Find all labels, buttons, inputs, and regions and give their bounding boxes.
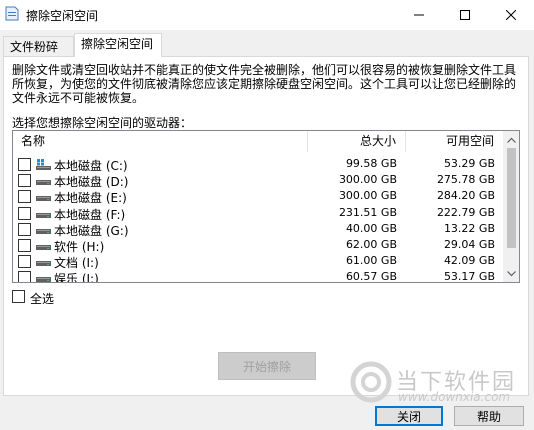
column-header-total[interactable]: 总大小: [360, 131, 396, 152]
start-wipe-button[interactable]: 开始擦除: [218, 352, 316, 380]
help-button[interactable]: 帮助: [454, 406, 524, 426]
checkbox[interactable]: [18, 206, 31, 220]
scroll-up-button[interactable]: [503, 131, 519, 148]
checkbox[interactable]: [18, 190, 31, 204]
chevron-up-icon: [507, 137, 516, 143]
drive-icon: [36, 196, 51, 202]
drive-icon: [36, 228, 51, 234]
drive-available-space: 222.79 GB: [436, 205, 495, 219]
close-window-button[interactable]: [488, 0, 534, 30]
drive-total-size: 40.00 GB: [345, 221, 397, 235]
checkbox[interactable]: [12, 290, 25, 303]
drive-available-space: 284.20 GB: [436, 189, 495, 203]
minimize-button[interactable]: [396, 0, 442, 30]
maximize-icon: [460, 10, 470, 20]
column-divider: [405, 131, 406, 152]
drive-name: 娱乐 (J:): [54, 272, 99, 283]
checkbox[interactable]: [18, 222, 31, 236]
drive-available-space: 29.04 GB: [443, 238, 495, 251]
close-icon: [506, 10, 516, 20]
drive-available-space: 275.78 GB: [436, 173, 495, 187]
drive-total-size: 300.00 GB: [338, 173, 397, 187]
drive-total-size: 231.51 GB: [338, 205, 397, 219]
list-header: 名称 总大小 可用空间: [13, 131, 503, 152]
column-divider: [307, 131, 308, 152]
close-button[interactable]: 关闭: [375, 406, 443, 426]
drive-icon: [36, 261, 51, 267]
drive-total-size: 300.00 GB: [338, 189, 397, 203]
drive-icon: [36, 277, 51, 282]
checkbox[interactable]: [18, 239, 31, 252]
description-text: 删除文件或清空回收站并不能真正的使文件完全被删除，他们可以很容易的被恢复删除文件…: [12, 63, 517, 105]
drive-row[interactable]: 软件 (H:) 62.00 GB 29.04 GB: [13, 237, 503, 254]
minimize-icon: [414, 14, 424, 16]
drive-icon: [36, 245, 51, 250]
tab-file-shredder[interactable]: 文件粉碎器: [3, 36, 74, 74]
drive-row[interactable]: 文档 (I:) 61.00 GB 42.09 GB: [13, 253, 503, 270]
drive-row[interactable]: 本地磁盘 (D:) 300.00 GB 275.78 GB: [13, 172, 503, 189]
column-header-name[interactable]: 名称: [21, 131, 45, 152]
drive-total-size: 60.57 GB: [345, 270, 397, 283]
windows-drive-icon: [36, 159, 51, 170]
drive-total-size: 62.00 GB: [345, 238, 397, 251]
window-title: 擦除空闲空间: [26, 9, 99, 23]
drive-available-space: 53.29 GB: [443, 157, 495, 170]
drive-total-size: 99.58 GB: [345, 157, 397, 170]
title-bar: 擦除空闲空间: [0, 0, 534, 30]
drive-list[interactable]: 名称 总大小 可用空间 本地磁盘 (C:) 99.58 GB 53.29 GB 本地磁…: [12, 130, 520, 283]
drive-row[interactable]: 本地磁盘 (F:) 231.51 GB 222.79 GB: [13, 205, 503, 222]
chevron-down-icon: [507, 270, 516, 276]
checkbox[interactable]: [18, 255, 31, 269]
vertical-scrollbar[interactable]: [503, 131, 519, 282]
checkbox[interactable]: [18, 158, 31, 171]
drive-available-space: 53.17 GB: [443, 270, 495, 283]
checkbox[interactable]: [18, 271, 31, 282]
select-all-label: 全选: [30, 292, 55, 306]
drive-available-space: 13.22 GB: [443, 221, 495, 235]
drive-icon: [36, 212, 51, 218]
drive-icon: [36, 180, 51, 186]
drive-row[interactable]: 娱乐 (J:) 60.57 GB 53.17 GB: [13, 269, 503, 283]
drive-row[interactable]: 本地磁盘 (G:) 40.00 GB 13.22 GB: [13, 221, 503, 238]
tab-wipe-free-space[interactable]: 擦除空闲空间: [74, 33, 162, 57]
drive-total-size: 61.00 GB: [345, 254, 397, 268]
checkbox[interactable]: [18, 174, 31, 188]
app-icon: [5, 6, 19, 21]
scrollbar-thumb[interactable]: [507, 148, 516, 248]
drive-list-label: 选择您想擦除空闲空间的驱动器：: [12, 116, 193, 130]
drive-row[interactable]: 本地磁盘 (E:) 300.00 GB 284.20 GB: [13, 188, 503, 205]
column-header-available[interactable]: 可用空间: [446, 131, 494, 152]
scroll-down-button[interactable]: [503, 265, 519, 282]
drive-available-space: 42.09 GB: [443, 254, 495, 268]
tab-panel: 删除文件或清空回收站并不能真正的使文件完全被删除，他们可以很容易的被恢复删除文件…: [3, 56, 529, 396]
drive-row[interactable]: 本地磁盘 (C:) 99.58 GB 53.29 GB: [13, 156, 503, 173]
maximize-button[interactable]: [442, 0, 488, 30]
